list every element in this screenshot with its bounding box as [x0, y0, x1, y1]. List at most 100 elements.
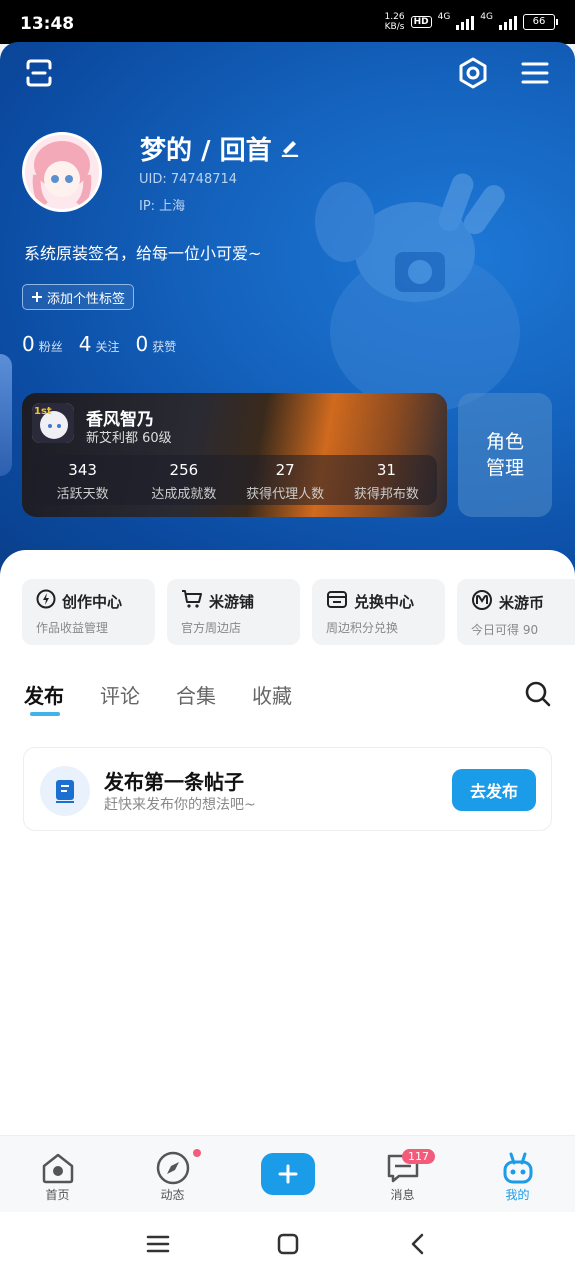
- stat-fans[interactable]: 0 粉丝: [22, 332, 63, 356]
- network-speed: 1.26 KB/s: [385, 12, 405, 32]
- nav-me[interactable]: 我的: [460, 1136, 575, 1212]
- search-icon[interactable]: [524, 680, 552, 712]
- nav-messages[interactable]: 消息: [345, 1136, 460, 1212]
- home-button-icon[interactable]: [276, 1232, 300, 1260]
- game-stat-value: 343: [68, 461, 97, 479]
- game-stat: 343 活跃天数: [32, 455, 133, 505]
- compass-icon: [155, 1150, 191, 1186]
- bottom-nav: 首页 动态 消息 我的: [0, 1135, 575, 1212]
- network-type-2: 4G: [480, 12, 493, 22]
- stat-label: 获赞: [152, 340, 177, 354]
- hd-badge: HD: [410, 16, 432, 28]
- status-indicators: 1.26 KB/s HD 4G 4G 66: [385, 12, 558, 32]
- stat-label: 关注: [95, 340, 120, 354]
- back-icon[interactable]: [406, 1232, 430, 1260]
- nickname-text: 梦的 / 回首: [140, 136, 272, 166]
- nav-home[interactable]: 首页: [0, 1136, 115, 1212]
- settings-icon[interactable]: [456, 56, 490, 90]
- speed-value: 1.26: [384, 12, 405, 22]
- signal-icon: [456, 14, 475, 30]
- stat-value: 0: [22, 332, 35, 356]
- go-post-button[interactable]: 去发布: [452, 769, 536, 811]
- stat-value: 4: [78, 332, 92, 356]
- recent-apps-icon[interactable]: [146, 1232, 170, 1260]
- stat-label: 粉丝: [38, 340, 63, 354]
- avatar[interactable]: [22, 132, 102, 212]
- game-stat-label: 获得代理人数: [246, 487, 325, 502]
- mascot-background-illustration: [315, 173, 520, 412]
- role-management-button[interactable]: 角色 管理: [458, 393, 552, 517]
- shortcut-title: 创作中心: [62, 592, 123, 611]
- nav-label: 消息: [390, 1188, 415, 1202]
- home-icon: [40, 1150, 76, 1186]
- shortcut-title: 米游币: [499, 593, 545, 612]
- stat-value: 0: [135, 332, 149, 356]
- battery-icon: 66: [523, 14, 558, 30]
- nav-create[interactable]: [230, 1136, 345, 1212]
- game-stat: 31 获得邦布数: [336, 455, 437, 505]
- shortcut-shop[interactable]: 米游铺 官方周边店: [167, 579, 300, 645]
- signal-icon-2: [499, 14, 517, 30]
- content-panel: 创作中心 作品收益管理 米游铺 官方周边店 兑换中心 周边积分兑换 米游币 今日…: [0, 550, 575, 1135]
- menu-icon[interactable]: [518, 56, 552, 90]
- signature[interactable]: 系统原装签名，给每一位小可爱~: [24, 240, 261, 264]
- shortcut-exchange[interactable]: 兑换中心 周边积分兑换: [312, 579, 445, 645]
- profile-stats: 0 粉丝 4 关注 0 获赞: [22, 332, 176, 356]
- tab-collections[interactable]: 合集: [176, 680, 216, 709]
- previous-card-peek[interactable]: [0, 354, 12, 476]
- profile-header: 梦的 / 回首 UID: 74748714 IP: 上海 系统原装签名，给每一位…: [0, 42, 575, 582]
- add-tag-button[interactable]: 添加个性标签: [22, 284, 135, 310]
- message-count-badge: 117: [402, 1149, 435, 1164]
- edit-icon[interactable]: [280, 134, 300, 164]
- nickname: 梦的 / 回首: [140, 130, 300, 167]
- ip-location: IP: 上海: [139, 199, 186, 214]
- scan-icon[interactable]: [22, 56, 56, 90]
- game-stat-label: 达成成就数: [151, 487, 217, 502]
- shortcut-title: 米游铺: [209, 592, 255, 611]
- tab-posts[interactable]: 发布: [24, 680, 64, 716]
- shortcut-subtitle: 作品收益管理: [36, 621, 109, 635]
- status-bar: 13:48 1.26 KB/s HD 4G 4G 66: [0, 0, 575, 44]
- game-server-level: 新艾利都 60级: [86, 431, 172, 446]
- stat-likes[interactable]: 0 获赞: [136, 332, 177, 356]
- post-prompt-subtitle: 赶快来发布你的想法吧~: [104, 797, 256, 813]
- plus-icon: [32, 292, 42, 302]
- nav-feed[interactable]: 动态: [115, 1136, 230, 1212]
- game-stat-value: 256: [169, 461, 199, 479]
- game-stat-value: 27: [275, 461, 295, 479]
- shortcut-row: 创作中心 作品收益管理 米游铺 官方周边店 兑换中心 周边积分兑换 米游币 今日…: [22, 579, 575, 645]
- shop-icon: [326, 589, 348, 613]
- add-tag-label: 添加个性标签: [47, 291, 126, 307]
- tab-favorites[interactable]: 收藏: [252, 680, 292, 709]
- shortcut-subtitle: 今日可得 90: [471, 623, 539, 637]
- shortcut-creator-center[interactable]: 创作中心 作品收益管理: [22, 579, 155, 645]
- coin-icon: [471, 589, 493, 615]
- content-tabs: 发布 评论 合集 收藏: [24, 680, 292, 716]
- cart-icon: [181, 589, 203, 613]
- game-stats: 343 活跃天数 256 达成成就数 27 获得代理人数 31 获得邦布数: [32, 455, 437, 505]
- nav-label: 动态: [160, 1188, 185, 1202]
- post-prompt-card: 发布第一条帖子 赶快来发布你的想法吧~ 去发布: [23, 747, 552, 831]
- stat-following[interactable]: 4 关注: [79, 332, 120, 356]
- nav-label: 首页: [45, 1188, 70, 1202]
- shortcut-title: 兑换中心: [354, 592, 415, 611]
- compose-icon: [40, 766, 90, 816]
- svg-text:1st: 1st: [34, 406, 52, 417]
- plus-icon: [260, 1153, 315, 1195]
- tab-comments[interactable]: 评论: [100, 680, 140, 709]
- status-time: 13:48: [20, 14, 75, 34]
- post-prompt-title: 发布第一条帖子: [104, 770, 244, 794]
- game-stat-label: 获得邦布数: [353, 487, 419, 502]
- shortcut-subtitle: 官方周边店: [181, 621, 242, 635]
- speed-unit: KB/s: [384, 22, 405, 32]
- game-card[interactable]: 1st 香风智乃 新艾利都 60级 343 活跃天数 256 达成成就数 27 获得代…: [22, 393, 447, 517]
- shortcut-subtitle: 周边积分兑换: [326, 621, 399, 635]
- game-stat-value: 31: [376, 461, 396, 479]
- feed-notification-dot: [193, 1149, 201, 1157]
- shortcut-coins[interactable]: 米游币 今日可得 90: [457, 579, 575, 645]
- game-stat: 27 获得代理人数: [235, 455, 336, 505]
- mascot-icon: [500, 1150, 536, 1186]
- game-stat: 256 达成成就数: [133, 455, 234, 505]
- lightning-icon: [36, 589, 56, 613]
- game-stat-label: 活跃天数: [56, 487, 109, 502]
